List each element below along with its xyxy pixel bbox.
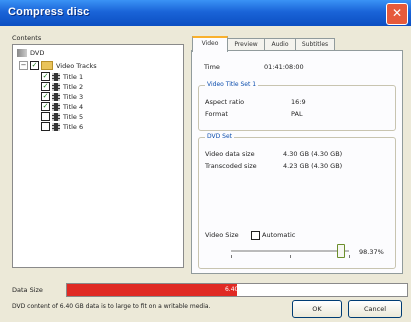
transcoded-size-value: 4.23 GB (4.30 GB) (283, 162, 343, 170)
title-checkbox[interactable] (41, 122, 50, 131)
slider-tick (349, 255, 350, 258)
format-value: PAL (291, 110, 303, 118)
tree-item-title-6[interactable]: Title 6 (41, 122, 83, 131)
close-button[interactable]: ✕ (386, 3, 408, 25)
close-icon: ✕ (391, 6, 403, 20)
tree-root-label: DVD (30, 49, 45, 57)
video-size-slider-track[interactable] (231, 250, 349, 253)
dvd-disc-icon (17, 49, 27, 57)
slider-tick (290, 255, 291, 258)
video-tab-panel: Time 01:41:08:00 Video Title Set 1 Aspec… (191, 50, 403, 274)
tree-item-label: Title 1 (63, 72, 84, 81)
film-icon (52, 72, 60, 81)
transcoded-size-label: Transcoded size (205, 162, 257, 170)
folder-icon (41, 61, 53, 70)
tree-item-label: Title 6 (63, 122, 84, 131)
collapse-icon[interactable]: − (19, 61, 28, 70)
tree-item-title-4[interactable]: ✓ Title 4 (41, 102, 83, 111)
title-checkbox[interactable]: ✓ (41, 102, 50, 111)
film-icon (52, 102, 60, 111)
compress-disc-dialog: Compress disc ✕ Contents DVD − ✓ Video T… (0, 0, 411, 322)
automatic-checkbox[interactable] (251, 231, 260, 240)
ok-button[interactable]: OK (292, 300, 342, 318)
tree-item-title-5[interactable]: Title 5 (41, 112, 83, 121)
time-value: 01:41:08:00 (264, 63, 304, 71)
data-size-bar-value: 6.40 GB (224, 286, 250, 293)
window-title: Compress disc (8, 6, 90, 18)
tab-preview[interactable]: Preview (227, 38, 265, 50)
tree-item-label: Title 2 (63, 82, 84, 91)
folder-checkbox[interactable]: ✓ (30, 61, 39, 70)
status-message: DVD content of 6.40 GB data is to large … (12, 303, 211, 310)
time-label: Time (204, 63, 220, 71)
format-label: Format (205, 110, 228, 118)
automatic-label: Automatic (262, 231, 296, 239)
tab-audio[interactable]: Audio (264, 38, 296, 50)
tab-subtitles[interactable]: Subtitles (295, 38, 335, 50)
dvd-set-title: DVD Set (205, 133, 234, 140)
tab-video[interactable]: Video (192, 36, 228, 52)
tree-item-label: Title 3 (63, 92, 84, 101)
contents-label: Contents (12, 34, 42, 42)
slider-tick (231, 255, 232, 258)
dvd-set-group: DVD Set Video data size 4.30 GB (4.30 GB… (198, 133, 396, 269)
data-size-bar: 6.40 GB (66, 283, 408, 297)
video-title-set-title: Video Title Set 1 (205, 81, 259, 88)
tree-folder-label: Video Tracks (56, 61, 97, 70)
data-size-label: Data Size (12, 286, 43, 294)
film-icon (52, 92, 60, 101)
tree-item-label: Title 5 (63, 112, 84, 121)
title-checkbox[interactable]: ✓ (41, 82, 50, 91)
aspect-ratio-value: 16:9 (291, 98, 306, 106)
tree-item-title-3[interactable]: ✓ Title 3 (41, 92, 83, 101)
aspect-ratio-label: Aspect ratio (205, 98, 245, 106)
film-icon (52, 122, 60, 131)
video-size-slider-thumb[interactable] (336, 244, 345, 258)
film-icon (52, 82, 60, 91)
title-checkbox[interactable]: ✓ (41, 92, 50, 101)
title-checkbox[interactable] (41, 112, 50, 121)
video-data-size-label: Video data size (205, 150, 255, 158)
title-checkbox[interactable]: ✓ (41, 72, 50, 81)
video-size-percent: 98.37% (359, 248, 384, 256)
tree-item-title-1[interactable]: ✓ Title 1 (41, 72, 83, 81)
video-size-label: Video Size (205, 231, 239, 239)
tree-root[interactable]: DVD (17, 49, 44, 57)
film-icon (52, 112, 60, 121)
video-title-set-group: Video Title Set 1 Aspect ratio 16:9 Form… (198, 81, 396, 131)
title-bar[interactable]: Compress disc ✕ (0, 0, 411, 26)
tree-item-title-2[interactable]: ✓ Title 2 (41, 82, 83, 91)
video-data-size-value: 4.30 GB (4.30 GB) (283, 150, 343, 158)
contents-tree[interactable]: DVD − ✓ Video Tracks ✓ Title 1 ✓ Title 2… (12, 44, 184, 268)
tree-folder-video-tracks[interactable]: − ✓ Video Tracks (19, 61, 97, 70)
tree-item-label: Title 4 (63, 102, 84, 111)
cancel-button[interactable]: Cancel (348, 300, 402, 318)
